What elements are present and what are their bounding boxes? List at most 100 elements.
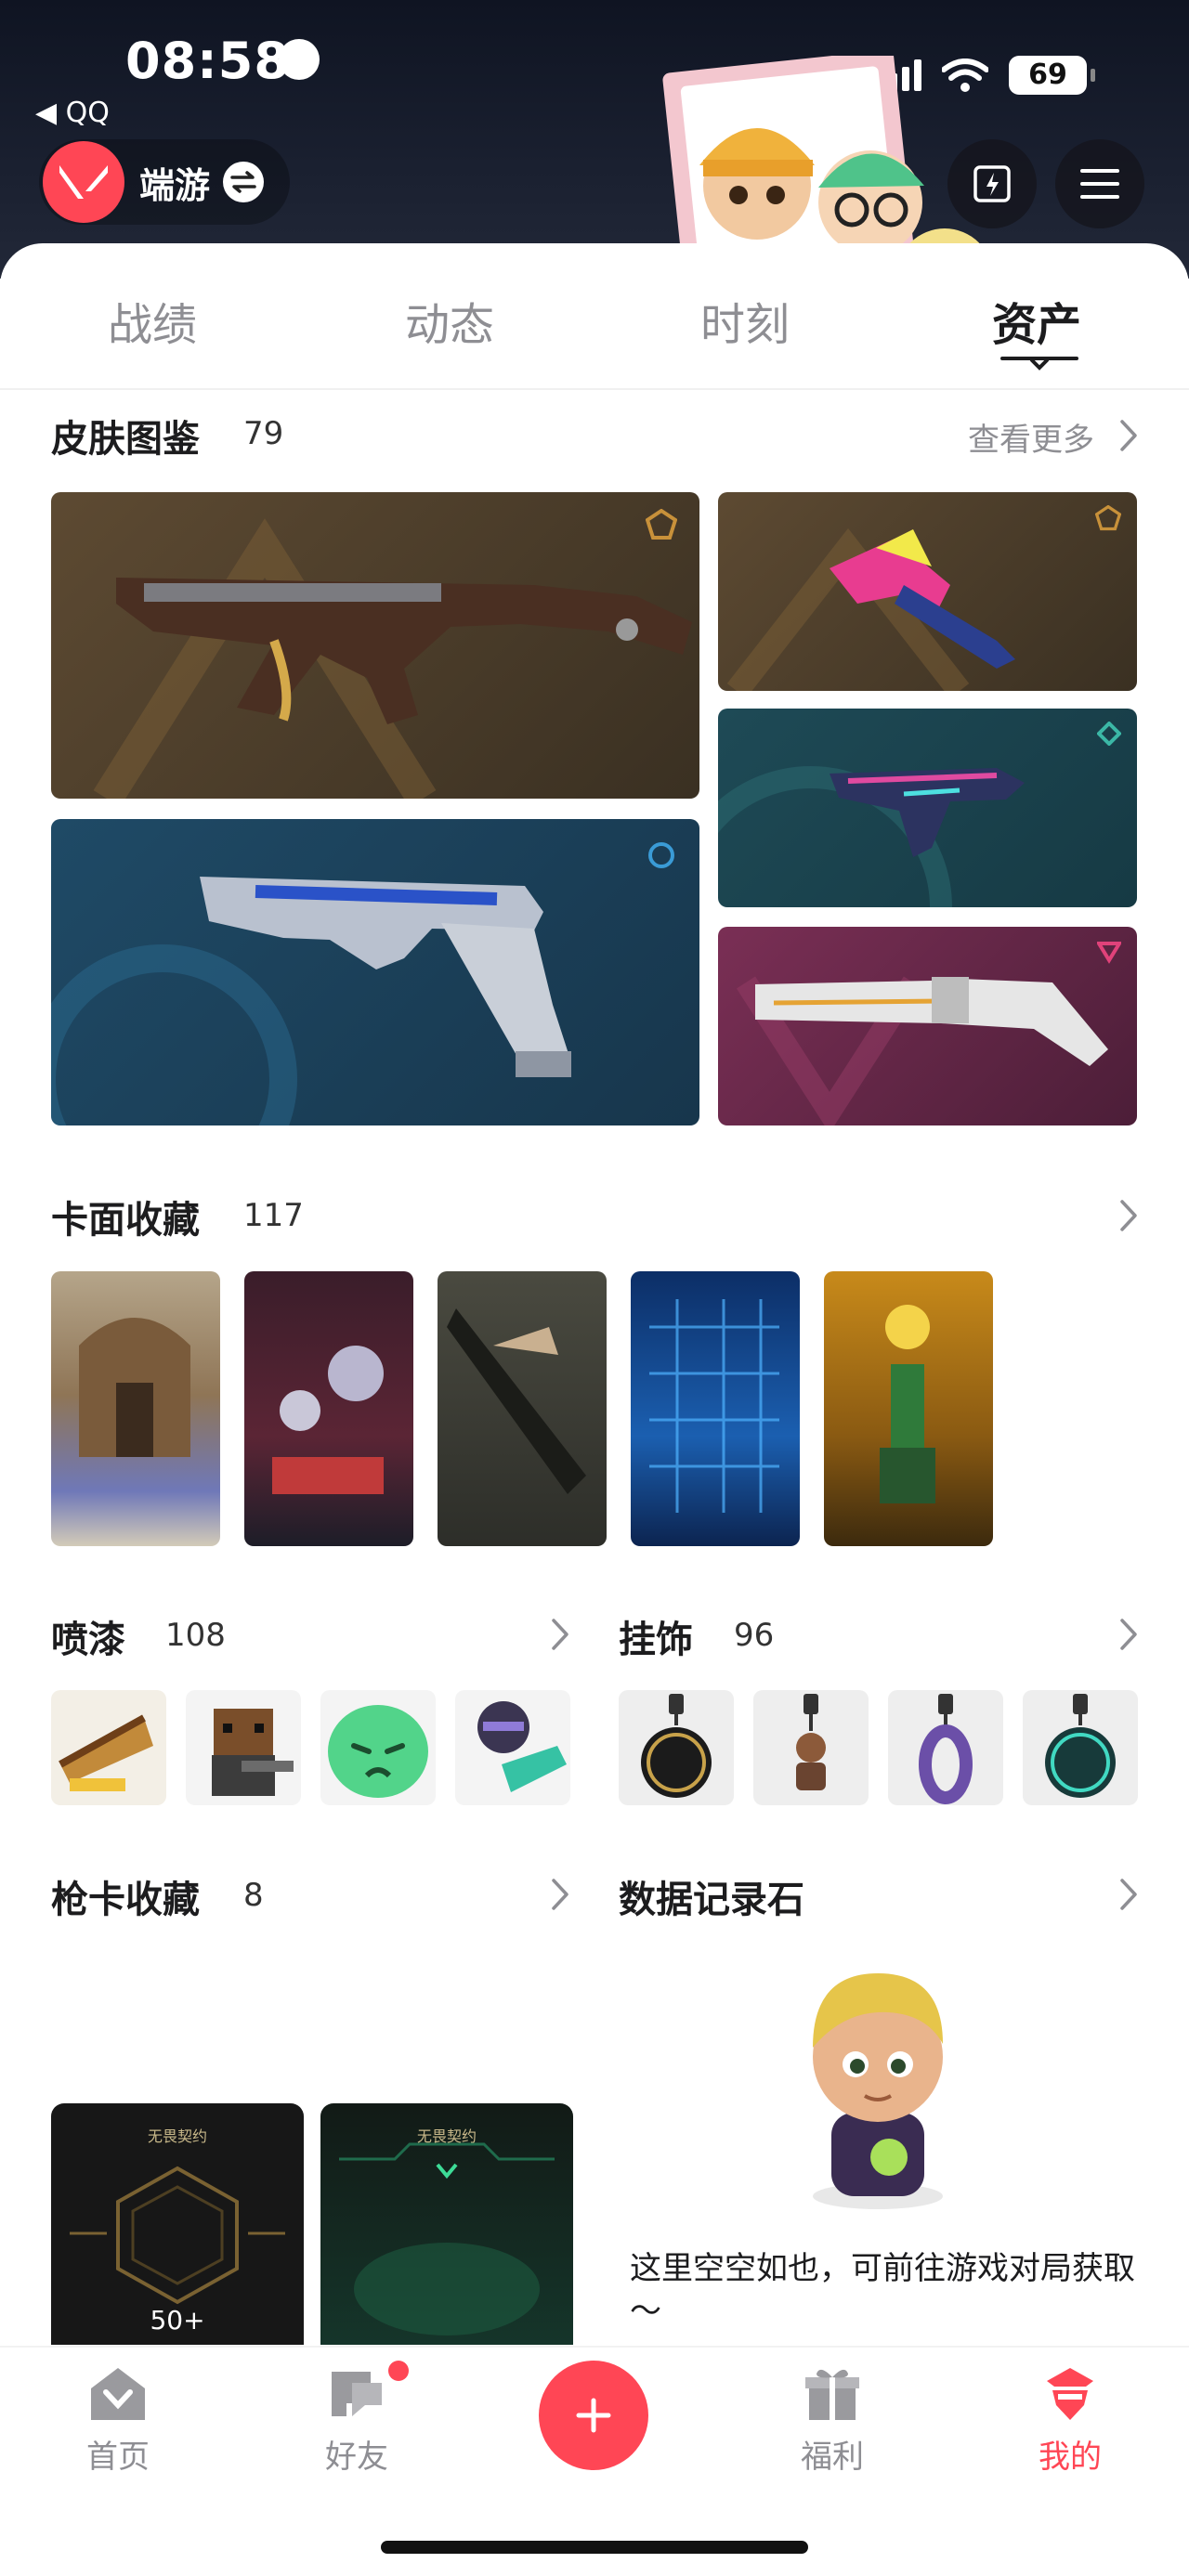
sidearm-skin-image [718,766,1025,907]
nav-welfare-label: 福利 [801,2439,864,2476]
profile-icon [1047,2368,1093,2420]
spray-agent-art [477,1701,567,1792]
player-card-art [272,1346,384,1494]
melee-skin-image [726,527,1015,691]
tab-activity[interactable]: 动态 [405,288,494,353]
spray-slime-art [328,1705,428,1798]
menu-button[interactable] [1055,139,1144,228]
sprays-title: 喷漆 [51,1619,125,1661]
tab-moments[interactable]: 时刻 [700,288,790,353]
cards-count: 117 [243,1197,304,1234]
recording-dot-icon [279,39,320,80]
blue-tier-icon [648,842,674,868]
player-card-thumbnail[interactable] [438,1271,607,1546]
home-indicator [381,2541,808,2554]
shotgun-skin-image [736,976,1108,1125]
player-card-thumbnail[interactable] [824,1271,993,1546]
player-card-art [79,1318,190,1457]
cards-title: 卡面收藏 [51,1199,200,1242]
spray-thumbnail[interactable] [455,1690,570,1805]
spray-thumbnail[interactable] [186,1690,301,1805]
skins-count: 79 [243,415,284,452]
skin-tile-sidearm-teal[interactable] [718,709,1137,907]
buddies-count: 96 [734,1617,775,1654]
gun-card-tile[interactable]: 无畏契约 50+ [51,2103,304,2345]
friends-notification-badge [388,2361,409,2381]
tab-assets[interactable]: 资产 [992,288,1081,353]
skins-see-more-link[interactable]: 查看更多 [968,414,1094,460]
chevron-right-icon[interactable] [1118,1877,1139,1912]
agent-mascot-illustration [813,1973,943,2209]
spray-thumbnail[interactable] [320,1690,436,1805]
edit-card-button[interactable] [947,139,1037,228]
gun-cards-title: 枪卡收藏 [51,1879,200,1921]
skin-tile-sidearm-blue[interactable] [51,819,699,1125]
buddies-title: 挂饰 [619,1619,693,1661]
battery-indicator: 69 [1009,56,1095,95]
menu-icon [1080,169,1119,199]
gold-tier-icon [646,509,677,540]
gun-card-brand-label: 无畏契约 [147,2127,207,2145]
sprays-count: 108 [165,1617,226,1654]
player-card-art [447,1308,586,1494]
nav-me-label: 我的 [1039,2439,1102,2476]
nav-friends[interactable]: 好友 [287,2364,426,2477]
tab-bar: 战绩 动态 时刻 资产 [0,243,1189,390]
buddy-rope-art [919,1694,973,1804]
teal-tier-icon [1097,722,1121,746]
skin-tile-melee[interactable] [718,492,1137,691]
nav-welfare[interactable]: 福利 [763,2364,902,2477]
player-card-art [649,1299,779,1513]
skin-tile-shotgun[interactable] [718,927,1137,1125]
player-card-thumbnail[interactable] [51,1271,220,1546]
spray-pie-art [59,1714,153,1791]
buddy-thumbnail[interactable] [619,1690,734,1805]
skin-tile-rifle[interactable] [51,492,699,799]
game-switch-button[interactable]: 端游 [39,139,290,225]
nav-friends-label: 好友 [325,2439,388,2476]
gun-card-brand-label: 无畏契约 [416,2127,477,2145]
buddy-charm-art [641,1694,712,1798]
pink-tier-icon [1097,942,1121,964]
plus-icon [576,2398,611,2433]
buddy-thumbnail[interactable] [888,1690,1003,1805]
home-icon [91,2368,145,2420]
game-name-label: 端游 [139,164,211,206]
nav-home-label: 首页 [86,2439,150,2476]
friends-icon [332,2372,382,2416]
edit-card-icon [973,165,1011,202]
nav-me[interactable]: 我的 [1000,2364,1140,2477]
player-card-art [880,1305,935,1503]
tab-record[interactable]: 战绩 [108,288,197,353]
spray-thumbnail[interactable] [51,1690,166,1805]
gun-card-tile[interactable]: 无畏契约 [320,2103,573,2345]
chevron-right-icon[interactable] [1118,1617,1139,1652]
gun-card-count-badge: 50+ [150,2305,205,2335]
nav-home[interactable]: 首页 [48,2364,188,2477]
buddy-medal-art [1045,1694,1116,1798]
gift-icon [805,2369,859,2420]
gun-cards-count: 8 [243,1877,264,1914]
data-stone-title: 数据记录石 [619,1879,804,1921]
profile-header: 08:58 ◀ QQ 69 端游 [0,0,1189,279]
chevron-right-icon[interactable] [550,1877,570,1912]
spray-bear-art [212,1709,294,1796]
rifle-skin-image [93,518,692,799]
buddy-thumbnail[interactable] [1023,1690,1138,1805]
pistol-skin-image [51,877,571,1125]
gold-tier-icon [1095,505,1121,531]
chevron-right-icon[interactable] [550,1617,570,1652]
player-card-thumbnail[interactable] [244,1271,413,1546]
player-card-thumbnail[interactable] [631,1271,800,1546]
tab-active-indicator [1000,357,1078,371]
data-stone-empty-text: 这里空空如也，可前往游戏对局获取～ [630,2250,1135,2330]
buddy-figure-art [796,1694,826,1790]
chevron-right-icon[interactable] [1118,418,1139,453]
status-time: 08:58 [125,32,290,90]
create-post-button[interactable] [539,2361,648,2470]
skins-title: 皮肤图鉴 [51,418,200,461]
valorant-logo-icon [43,141,124,223]
back-to-app-link[interactable]: ◀ QQ [35,97,110,129]
chevron-right-icon[interactable] [1118,1198,1139,1233]
buddy-thumbnail[interactable] [753,1690,869,1805]
